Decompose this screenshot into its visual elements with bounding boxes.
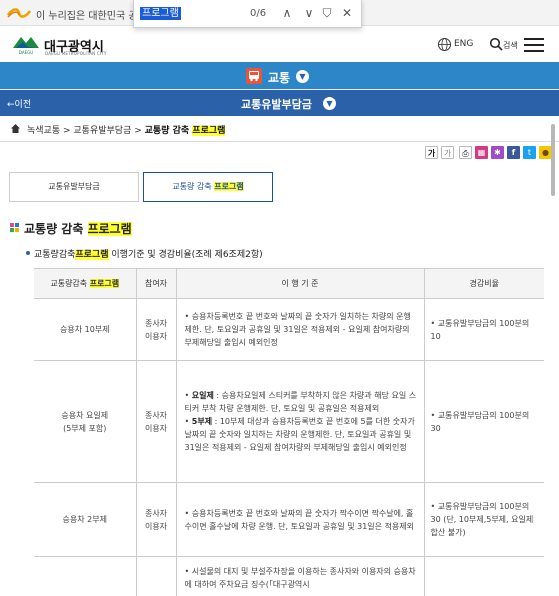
globe-icon[interactable] [437,37,452,52]
table-row: 승용차 10부제 종사자 이용자 • 승용차등록번호 끝 번호와 날짜의 끝 숫… [34,298,544,361]
section-title-text: 교통량 감축 [24,222,88,236]
zoom-in-button[interactable]: 가 [425,146,438,159]
tab-reduction-program[interactable]: 교통량 감축 프로그램 [143,172,273,202]
logo-english-text: DAEGU METROPOLITAN CITY [45,51,107,56]
search-highlight: 프로그램 [75,250,109,260]
section-subtitle: 교통량감축프로그램 이행기준 및 경감비율(조례 제6조제2항) [34,247,263,260]
search-highlight: 프로그램 [192,126,226,136]
participant-cell: 종사자 이용자 [135,482,177,557]
previous-match-icon[interactable]: ∧ [278,4,296,22]
criteria-text: 시설물의 대지 및 부설주차장을 이용하는 종사자와 이용자의 승용차에 대하여… [184,567,416,589]
bus-icon [246,68,262,84]
program-cell [34,556,137,596]
section-bullet-icon [10,223,19,232]
bullet-icon [26,251,30,255]
find-match-count: 0/6 [250,8,267,19]
criteria-cell: • 요일제 : 승용차요일제 스티커를 부착하지 않은 차량과 해당 요일 스티… [175,360,425,483]
breadcrumb-current: 교통량 감축 프로그램 [145,126,226,136]
hamburger-menu-icon[interactable] [524,38,544,52]
rate-cell: • 교통유발부담금의 100분의 30 (단, 10부제,5부제, 요일제 합산… [423,482,544,557]
participant-cell: 종사자 이용자 [135,360,177,483]
program-cell: 승용차 2부제 [34,482,137,557]
table-row: 승용차 요일제 (5부제 포함) 종사자 이용자 • 요일제 : 승용차요일제 … [34,360,544,483]
program-cell: 승용차 10부제 [34,298,137,361]
close-icon[interactable]: ✕ [338,4,356,22]
breadcrumb-current-text: 교통량 감축 [144,126,193,136]
search-highlight: 프로그램 [214,182,244,191]
print-icon[interactable]: ⎙ [459,146,472,159]
chevron-down-icon[interactable]: ▼ [296,70,309,83]
criteria-text: 승용차등록번호 끝 번호와 날짜의 끝 숫자가 일치하는 차량의 운행제한. 단… [184,312,411,347]
sub-category-bar: ←이전 교통유발부담금 ▼ [0,90,559,116]
table-header: 경감비율 [423,268,544,299]
gov-banner-text: 이 누리집은 대한민국 공식 [36,11,147,22]
subtitle-text: 교통량감축 [34,250,76,260]
section-title: 교통량 감축 프로그램 [24,220,132,237]
sub-category-title[interactable]: 교통유발부담금 [241,96,312,112]
criteria-text: 승용차등록번호 끝 번호와 날짜의 끝 숫자가 짝수이면 짝수날에, 홀수이면 … [184,508,415,531]
criteria-cell: • 승용차등록번호 끝 번호와 날짜의 끝 숫자가 일치하는 차량의 운행제한.… [175,298,425,361]
rate-cell [423,556,544,596]
criteria-cell: • 승용차등록번호 끝 번호와 날짜의 끝 숫자가 짝수이면 짝수날에, 홀수이… [175,482,425,557]
language-link[interactable]: ENG [454,39,473,49]
breadcrumb-item[interactable]: 교통유발부담금 [73,126,131,136]
search-label[interactable]: 검색 [503,40,518,51]
daegu-logo-icon[interactable]: DAEGU [11,33,41,55]
tab-traffic-charge[interactable]: 교통유발부담금 [9,172,139,202]
category-bar: 교통 ▼ [0,62,559,90]
participant-cell: 종사자 이용자 [135,298,177,361]
twitter-icon[interactable]: t [523,146,536,159]
search-highlight: 프로그램 [89,279,120,288]
search-icon[interactable] [489,37,503,51]
criteria-bold: 5부제 [191,417,213,426]
table-row: • 시설물의 대지 및 부설주차장을 이용하는 종사자와 이용자의 승용차에 대… [34,556,544,596]
table-header: 교통량감축 프로그램 [34,268,137,299]
government-emblem-icon [6,8,32,18]
program-cell: 승용차 요일제 (5부제 포함) [34,360,137,483]
category-title[interactable]: 교통 [268,69,290,86]
find-input[interactable]: 프로그램 [140,7,181,20]
reduction-table: 교통량감축 프로그램 참여자 이 행 기 준 경감비율 승용차 10부제 종사자… [34,268,544,596]
share-grid-icon[interactable]: ▦ [475,146,488,159]
search-highlight: 프로그램 [87,222,132,236]
chevron-down-icon[interactable]: ▼ [323,97,336,110]
criteria-text: : 승용차요일제 스티커를 부착하지 않은 차량과 해당 요일 스티커 부착 차… [184,391,417,413]
facebook-icon[interactable]: f [507,146,520,159]
subtitle-text: 이행기준 및 경감비율(조례 제6조제2항) [108,250,263,260]
header-text: 교통량감축 [50,279,90,288]
rate-text: 교통유발부담금의 100분의 10 [430,318,530,341]
participant-cell [135,556,177,596]
find-bar: 프로그램 0/6 ∧ ∨ ⛉ ✕ [133,0,362,28]
breadcrumb: 녹색교통 > 교통유발부담금 > 교통량 감축 프로그램 [0,116,559,142]
criteria-cell: • 시설물의 대지 및 부설주차장을 이용하는 종사자와 이용자의 승용차에 대… [175,556,425,596]
table-header: 이 행 기 준 [175,268,425,299]
table-header: 참여자 [135,268,177,299]
home-icon[interactable] [10,123,21,134]
rate-cell: • 교통유발부담금의 100분의 10 [423,298,544,361]
criteria-bold: 요일제 [191,391,214,400]
rate-cell: • 교통유발부담금의 100분의 30 [423,360,544,483]
back-button[interactable]: ←이전 [7,97,31,110]
scrollbar-thumb[interactable] [551,124,555,196]
criteria-text: : 10부제 대상과 승용차등록번호 끝 번호에 5를 더한 숫자가 날짜의 끝… [184,417,415,452]
breadcrumb-item[interactable]: 녹색교통 [27,126,60,136]
rate-text: 교통유발부담금의 100분의 30 (단, 10부제,5부제, 요일제 합산 불… [430,502,534,537]
rate-text: 교통유발부담금의 100분의 30 [430,410,530,433]
site-header: DAEGU 대구광역시 DAEGU METROPOLITAN CITY ENG … [0,28,559,62]
filter-icon[interactable]: ⛉ [318,4,336,22]
next-match-icon[interactable]: ∨ [300,4,318,22]
svg-text:DAEGU: DAEGU [19,50,33,55]
share-app-icon[interactable]: ✱ [491,146,504,159]
back-label: 이전 [14,100,32,110]
tab-label: 교통량 감축 [172,182,215,191]
table-row: 승용차 2부제 종사자 이용자 • 승용차등록번호 끝 번호와 날짜의 끝 숫자… [34,482,544,557]
zoom-out-button[interactable]: 가 [441,146,454,159]
